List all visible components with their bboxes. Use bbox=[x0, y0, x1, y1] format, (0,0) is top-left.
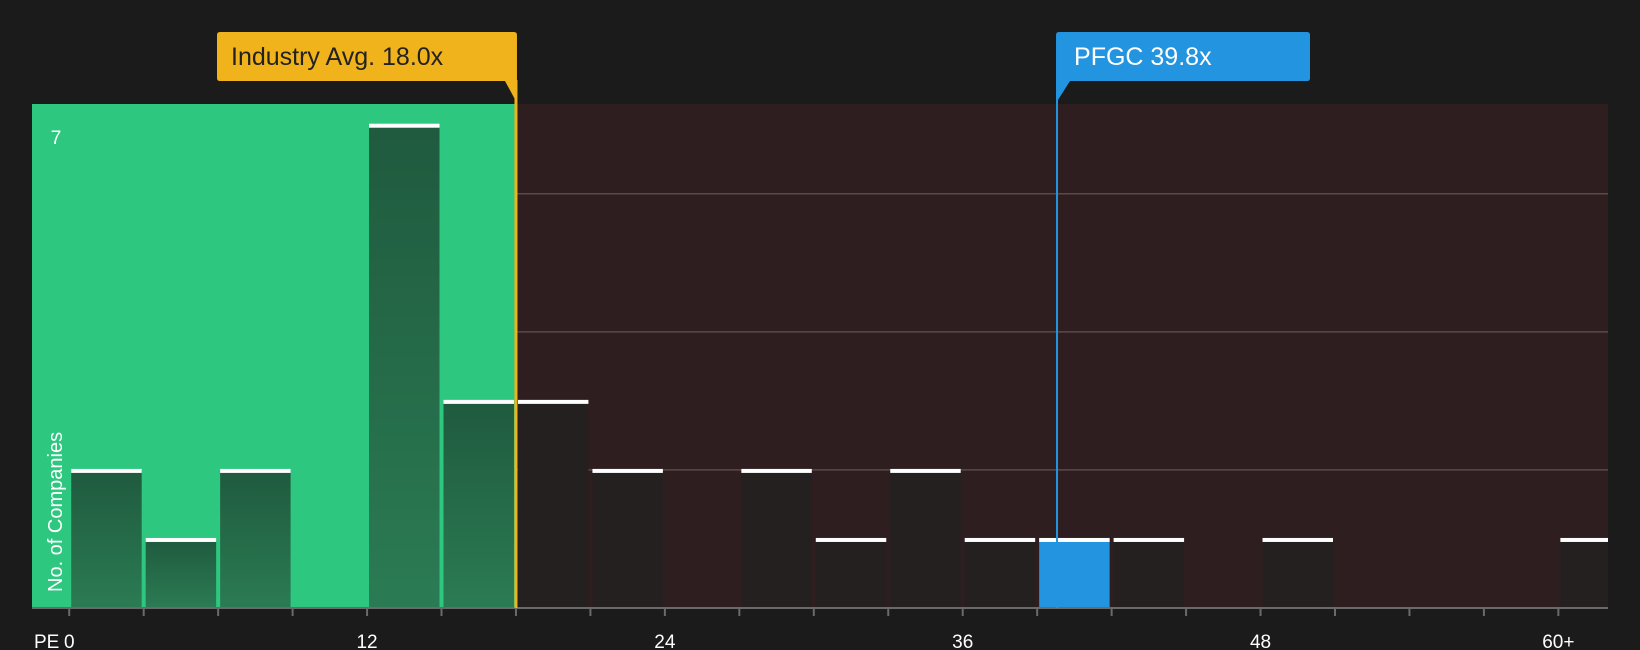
histogram-bar-cap bbox=[1039, 537, 1110, 542]
histogram-bar-cap bbox=[964, 537, 1036, 542]
histogram-bar bbox=[220, 469, 291, 608]
y-tick-label-7: 7 bbox=[51, 128, 62, 149]
histogram-bar-cap bbox=[1262, 537, 1333, 542]
company-callout: PFGC 39.8x bbox=[1056, 32, 1310, 103]
y-axis-label: No. of Companies bbox=[45, 432, 67, 592]
x-tick-label: 24 bbox=[654, 632, 676, 650]
histogram-bar-cap bbox=[220, 468, 291, 473]
histogram-bar-cap bbox=[741, 468, 812, 473]
histogram-bar bbox=[1113, 538, 1185, 608]
histogram-bar bbox=[815, 538, 887, 608]
x-tick-label: 12 bbox=[356, 632, 377, 650]
histogram-bar bbox=[517, 400, 589, 608]
histogram-bar-cap bbox=[145, 537, 217, 542]
industry-avg-callout: Industry Avg. 18.0x bbox=[217, 32, 517, 103]
histogram-bar-cap bbox=[369, 123, 440, 128]
histogram-bar bbox=[592, 469, 663, 608]
x-tick-label: 48 bbox=[1250, 632, 1271, 650]
histogram-bar bbox=[145, 538, 217, 608]
histogram-bar-cap bbox=[1560, 537, 1608, 542]
histogram-bar-cap bbox=[890, 468, 961, 473]
histogram-bar bbox=[741, 469, 812, 608]
x-tick-label: 0 bbox=[64, 632, 75, 650]
histogram-bar bbox=[1262, 538, 1333, 608]
histogram-bar bbox=[890, 469, 961, 608]
histogram-bar bbox=[1039, 538, 1110, 608]
histogram-bar-cap bbox=[592, 468, 663, 473]
above-average-zone bbox=[514, 104, 1608, 608]
x-tick-label: 60+ bbox=[1542, 632, 1574, 650]
histogram-bar bbox=[369, 124, 440, 608]
histogram-bar-cap bbox=[71, 468, 142, 473]
x-axis: 0 12 24 36 48 60+ bbox=[32, 607, 1608, 650]
histogram-bar-cap bbox=[1113, 537, 1185, 542]
histogram-bar-cap bbox=[517, 399, 589, 404]
company-label: PFGC 39.8x bbox=[1074, 43, 1212, 71]
x-tick-label: 36 bbox=[952, 632, 973, 650]
histogram-bar bbox=[443, 400, 514, 608]
histogram-bar-cap bbox=[815, 537, 887, 542]
histogram-bar-cap bbox=[443, 399, 514, 404]
histogram-bar bbox=[1560, 538, 1608, 608]
x-axis-label: PE bbox=[34, 632, 59, 650]
industry-avg-label: Industry Avg. 18.0x bbox=[231, 43, 444, 71]
pe-distribution-chart: 0 12 24 36 48 60+ PE 7 No. of Companies Indus… bbox=[32, 32, 1608, 650]
histogram-bar bbox=[71, 469, 142, 608]
histogram-bar bbox=[964, 538, 1036, 608]
